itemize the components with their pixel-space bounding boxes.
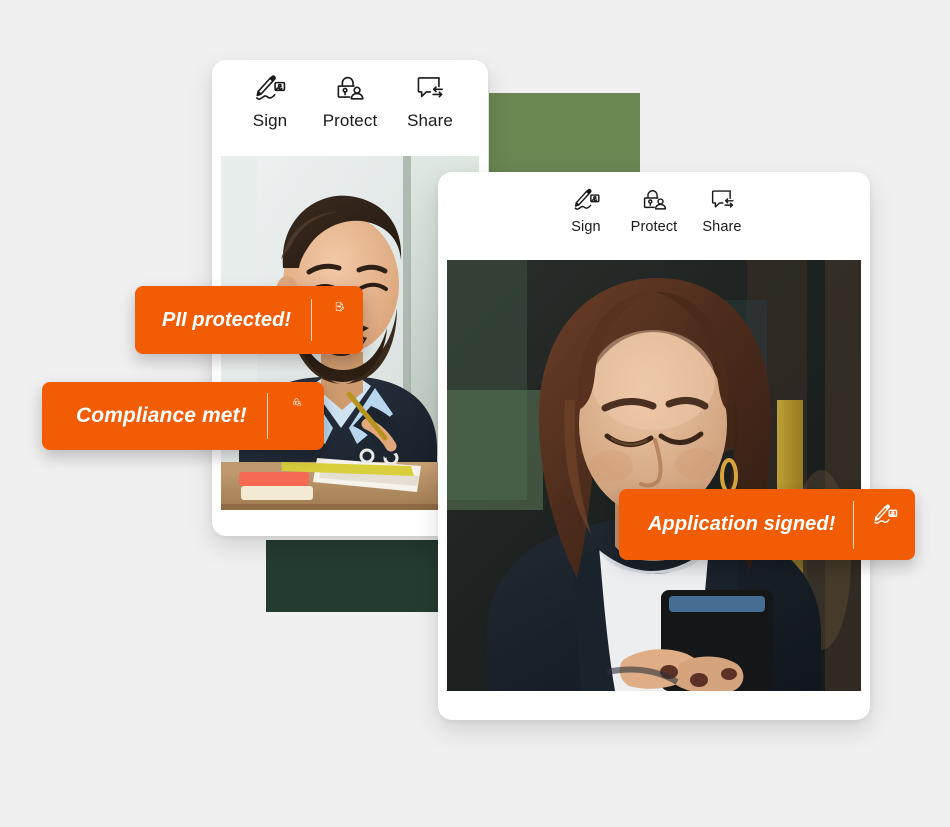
- sign-pen-signature-icon: [872, 502, 899, 548]
- toolbar-item-label: Sign: [571, 219, 601, 235]
- lock-person-protect-icon: [640, 186, 669, 215]
- composition-stage: Sign Protect Share Sign Protect Share PI…: [0, 0, 950, 827]
- toolbar-item-share[interactable]: Share: [688, 186, 756, 235]
- lock-person-protect-icon: [292, 394, 302, 438]
- badge-compliance-met[interactable]: Compliance met!: [42, 382, 324, 450]
- badge-divider: [266, 393, 268, 439]
- document-redacted-pencil-icon: [334, 299, 345, 341]
- sign-pen-signature-icon: [253, 72, 287, 106]
- toolbar-item-share[interactable]: Share: [390, 72, 470, 131]
- speech-bubble-share-arrows-icon: [413, 72, 447, 106]
- sign-pen-signature-icon: [572, 186, 601, 215]
- badge-label: Compliance met!: [76, 404, 247, 427]
- toolbar-item-protect[interactable]: Protect: [620, 186, 688, 235]
- badge-label: Application signed!: [648, 513, 836, 535]
- photo-woman-with-phone: [447, 260, 861, 691]
- toolbar-item-label: Share: [702, 219, 742, 235]
- toolbar-item-sign[interactable]: Sign: [230, 72, 310, 131]
- toolbar-item-sign[interactable]: Sign: [552, 186, 620, 235]
- toolbar-item-label: Sign: [252, 111, 288, 130]
- toolbar-front: Sign Protect Share: [438, 172, 870, 260]
- badge-label: PII protected!: [162, 308, 292, 331]
- toolbar-item-label: Protect: [630, 219, 678, 235]
- toolbar-item-label: Share: [407, 111, 453, 130]
- olive-green-accent-block: [489, 93, 640, 173]
- toolbar-back: Sign Protect Share: [212, 60, 488, 156]
- badge-divider: [853, 500, 855, 549]
- badge-divider: [311, 299, 313, 341]
- toolbar-item-protect[interactable]: Protect: [310, 72, 390, 131]
- dark-green-accent-block: [266, 540, 438, 612]
- speech-bubble-share-arrows-icon: [708, 186, 737, 215]
- badge-pii-protected[interactable]: PII protected!: [135, 286, 363, 354]
- lock-person-protect-icon: [333, 72, 367, 106]
- toolbar-item-label: Protect: [322, 111, 378, 130]
- document-card-front[interactable]: Sign Protect Share: [438, 172, 870, 720]
- badge-application-signed[interactable]: Application signed!: [619, 489, 915, 560]
